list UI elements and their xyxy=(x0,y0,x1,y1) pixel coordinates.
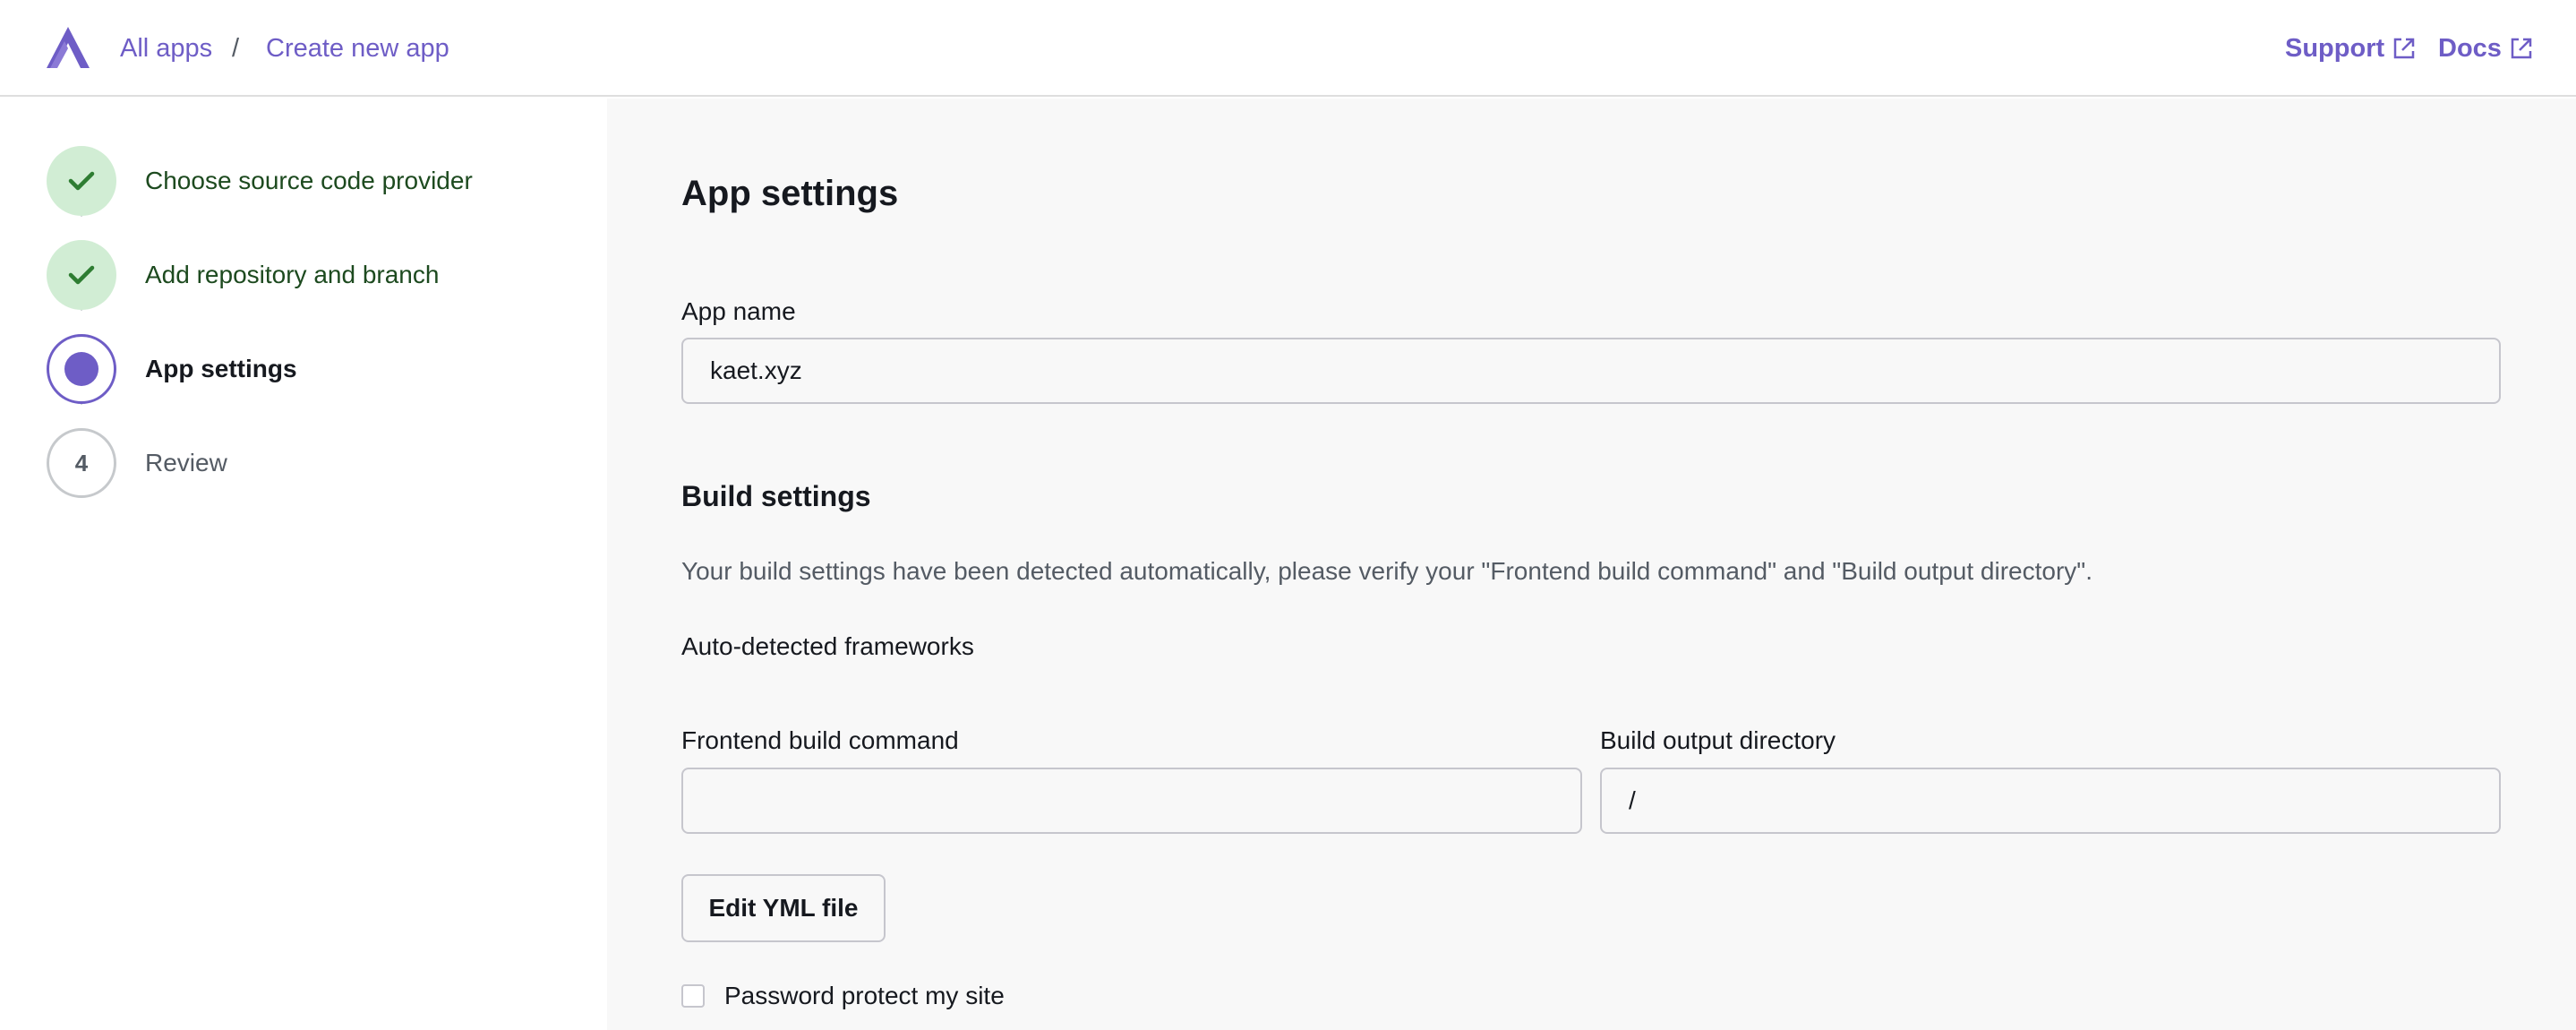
page-title: App settings xyxy=(681,174,899,213)
check-icon xyxy=(68,265,95,285)
frameworks-label: Auto-detected frameworks xyxy=(681,632,974,660)
breadcrumb-create-new-app[interactable]: Create new app xyxy=(266,32,449,64)
step-choose-source[interactable]: Choose source code provider xyxy=(47,146,473,216)
current-step-dot xyxy=(64,352,98,386)
step-status-complete xyxy=(47,146,116,216)
step-label: Choose source code provider xyxy=(145,167,473,194)
docs-link[interactable]: Docs xyxy=(2438,32,2534,64)
check-icon xyxy=(68,171,95,191)
build-output-directory-label: Build output directory xyxy=(1600,726,1836,754)
step-review: 4 Review xyxy=(47,428,227,498)
step-app-settings: App settings xyxy=(47,334,297,404)
step-status-current xyxy=(47,334,116,404)
step-label: App settings xyxy=(145,355,297,382)
top-bar: All apps / Create new app Support Docs xyxy=(0,0,2576,97)
app-name-input[interactable]: kaet.xyz xyxy=(681,338,2501,404)
step-label: Add repository and branch xyxy=(145,261,440,288)
app-name-label: App name xyxy=(681,297,796,325)
password-protect-option[interactable]: Password protect my site xyxy=(681,982,1005,1010)
breadcrumb-all-apps[interactable]: All apps xyxy=(120,32,212,64)
frontend-build-command-label: Frontend build command xyxy=(681,726,959,754)
step-number: 4 xyxy=(47,428,116,498)
wizard-stepper: Choose source code provider Add reposito… xyxy=(0,99,607,1030)
external-link-icon xyxy=(2393,38,2415,59)
password-protect-label: Password protect my site xyxy=(724,982,1005,1009)
main-content: App settings App name kaet.xyz Build set… xyxy=(607,99,2576,1030)
build-output-directory-input[interactable]: / xyxy=(1600,768,2501,834)
external-link-icon xyxy=(2511,38,2532,59)
step-label: Review xyxy=(145,449,227,476)
docs-link-label: Docs xyxy=(2438,34,2502,63)
edit-yml-file-button[interactable]: Edit YML file xyxy=(681,874,886,942)
password-protect-checkbox[interactable] xyxy=(681,984,705,1008)
build-settings-heading: Build settings xyxy=(681,480,871,512)
amplify-logo-icon[interactable] xyxy=(45,25,91,70)
build-settings-description: Your build settings have been detected a… xyxy=(681,557,2092,585)
support-link[interactable]: Support xyxy=(2285,32,2417,64)
step-status-complete xyxy=(47,240,116,310)
step-add-repository[interactable]: Add repository and branch xyxy=(47,240,439,310)
support-link-label: Support xyxy=(2285,34,2385,63)
breadcrumb-separator: / xyxy=(232,34,240,63)
frontend-build-command-input[interactable] xyxy=(681,768,1582,834)
